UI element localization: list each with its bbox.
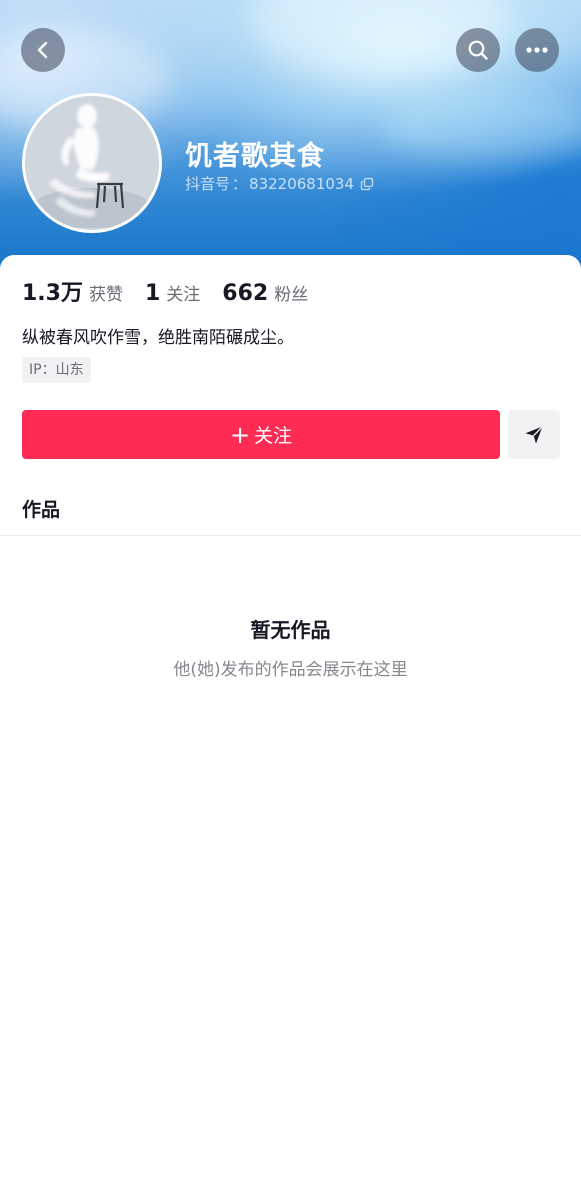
follow-button-label: 关注 <box>254 425 293 447</box>
stat-followers-value: 662 <box>222 281 269 306</box>
chevron-left-icon <box>37 41 48 59</box>
stat-following-value: 1 <box>144 281 161 306</box>
empty-state-description: 他(她)发布的作品会展示在这里 <box>173 660 408 680</box>
stat-likes-value: 1.3万 <box>22 281 83 306</box>
profile-content-card: 1.3万 获赞 1 关注 662 粉丝 纵被春风吹作雪，绝胜南陌碾成尘。 IP：… <box>0 255 581 1200</box>
stat-followers[interactable]: 662 粉丝 <box>222 280 308 306</box>
tab-works[interactable]: 作品 <box>22 495 60 522</box>
profile-stats: 1.3万 获赞 1 关注 662 粉丝 <box>22 275 330 307</box>
share-button[interactable] <box>508 410 560 459</box>
follow-button[interactable]: + 关注 <box>22 410 500 459</box>
douyin-id-label: 抖音号 <box>185 175 231 193</box>
profile-page: 饥者歌其食 抖音号： 83220681034 1.3万 获赞 1 关注 662 粉… <box>0 0 581 1200</box>
stat-likes[interactable]: 1.3万 获赞 <box>22 275 123 307</box>
profile-bio: 纵被春风吹作雪，绝胜南陌碾成尘。 <box>22 328 294 348</box>
stat-following[interactable]: 1 关注 <box>145 280 200 306</box>
stat-following-label: 关注 <box>166 285 201 305</box>
avatar-image <box>25 96 159 230</box>
douyin-id-separator: ： <box>232 175 248 193</box>
avatar[interactable] <box>22 93 162 233</box>
more-button[interactable] <box>515 28 559 72</box>
search-icon <box>468 40 488 60</box>
back-button[interactable] <box>21 28 65 72</box>
douyin-id: 抖音号： 83220681034 <box>185 173 374 194</box>
plus-icon: + <box>229 420 251 449</box>
ip-location-tag: IP：山东 <box>22 357 91 383</box>
empty-state-title: 暂无作品 <box>250 618 331 642</box>
copy-icon[interactable] <box>360 177 374 191</box>
stat-followers-label: 粉丝 <box>274 285 309 305</box>
douyin-id-value: 83220681034 <box>249 174 355 193</box>
tab-divider <box>0 535 581 536</box>
profile-header-banner: 饥者歌其食 抖音号： 83220681034 <box>0 0 581 290</box>
send-icon <box>525 425 544 443</box>
stat-likes-label: 获赞 <box>88 285 123 305</box>
nickname: 饥者歌其食 <box>185 141 325 172</box>
search-button[interactable] <box>456 28 500 72</box>
more-horizontal-icon <box>526 47 548 53</box>
